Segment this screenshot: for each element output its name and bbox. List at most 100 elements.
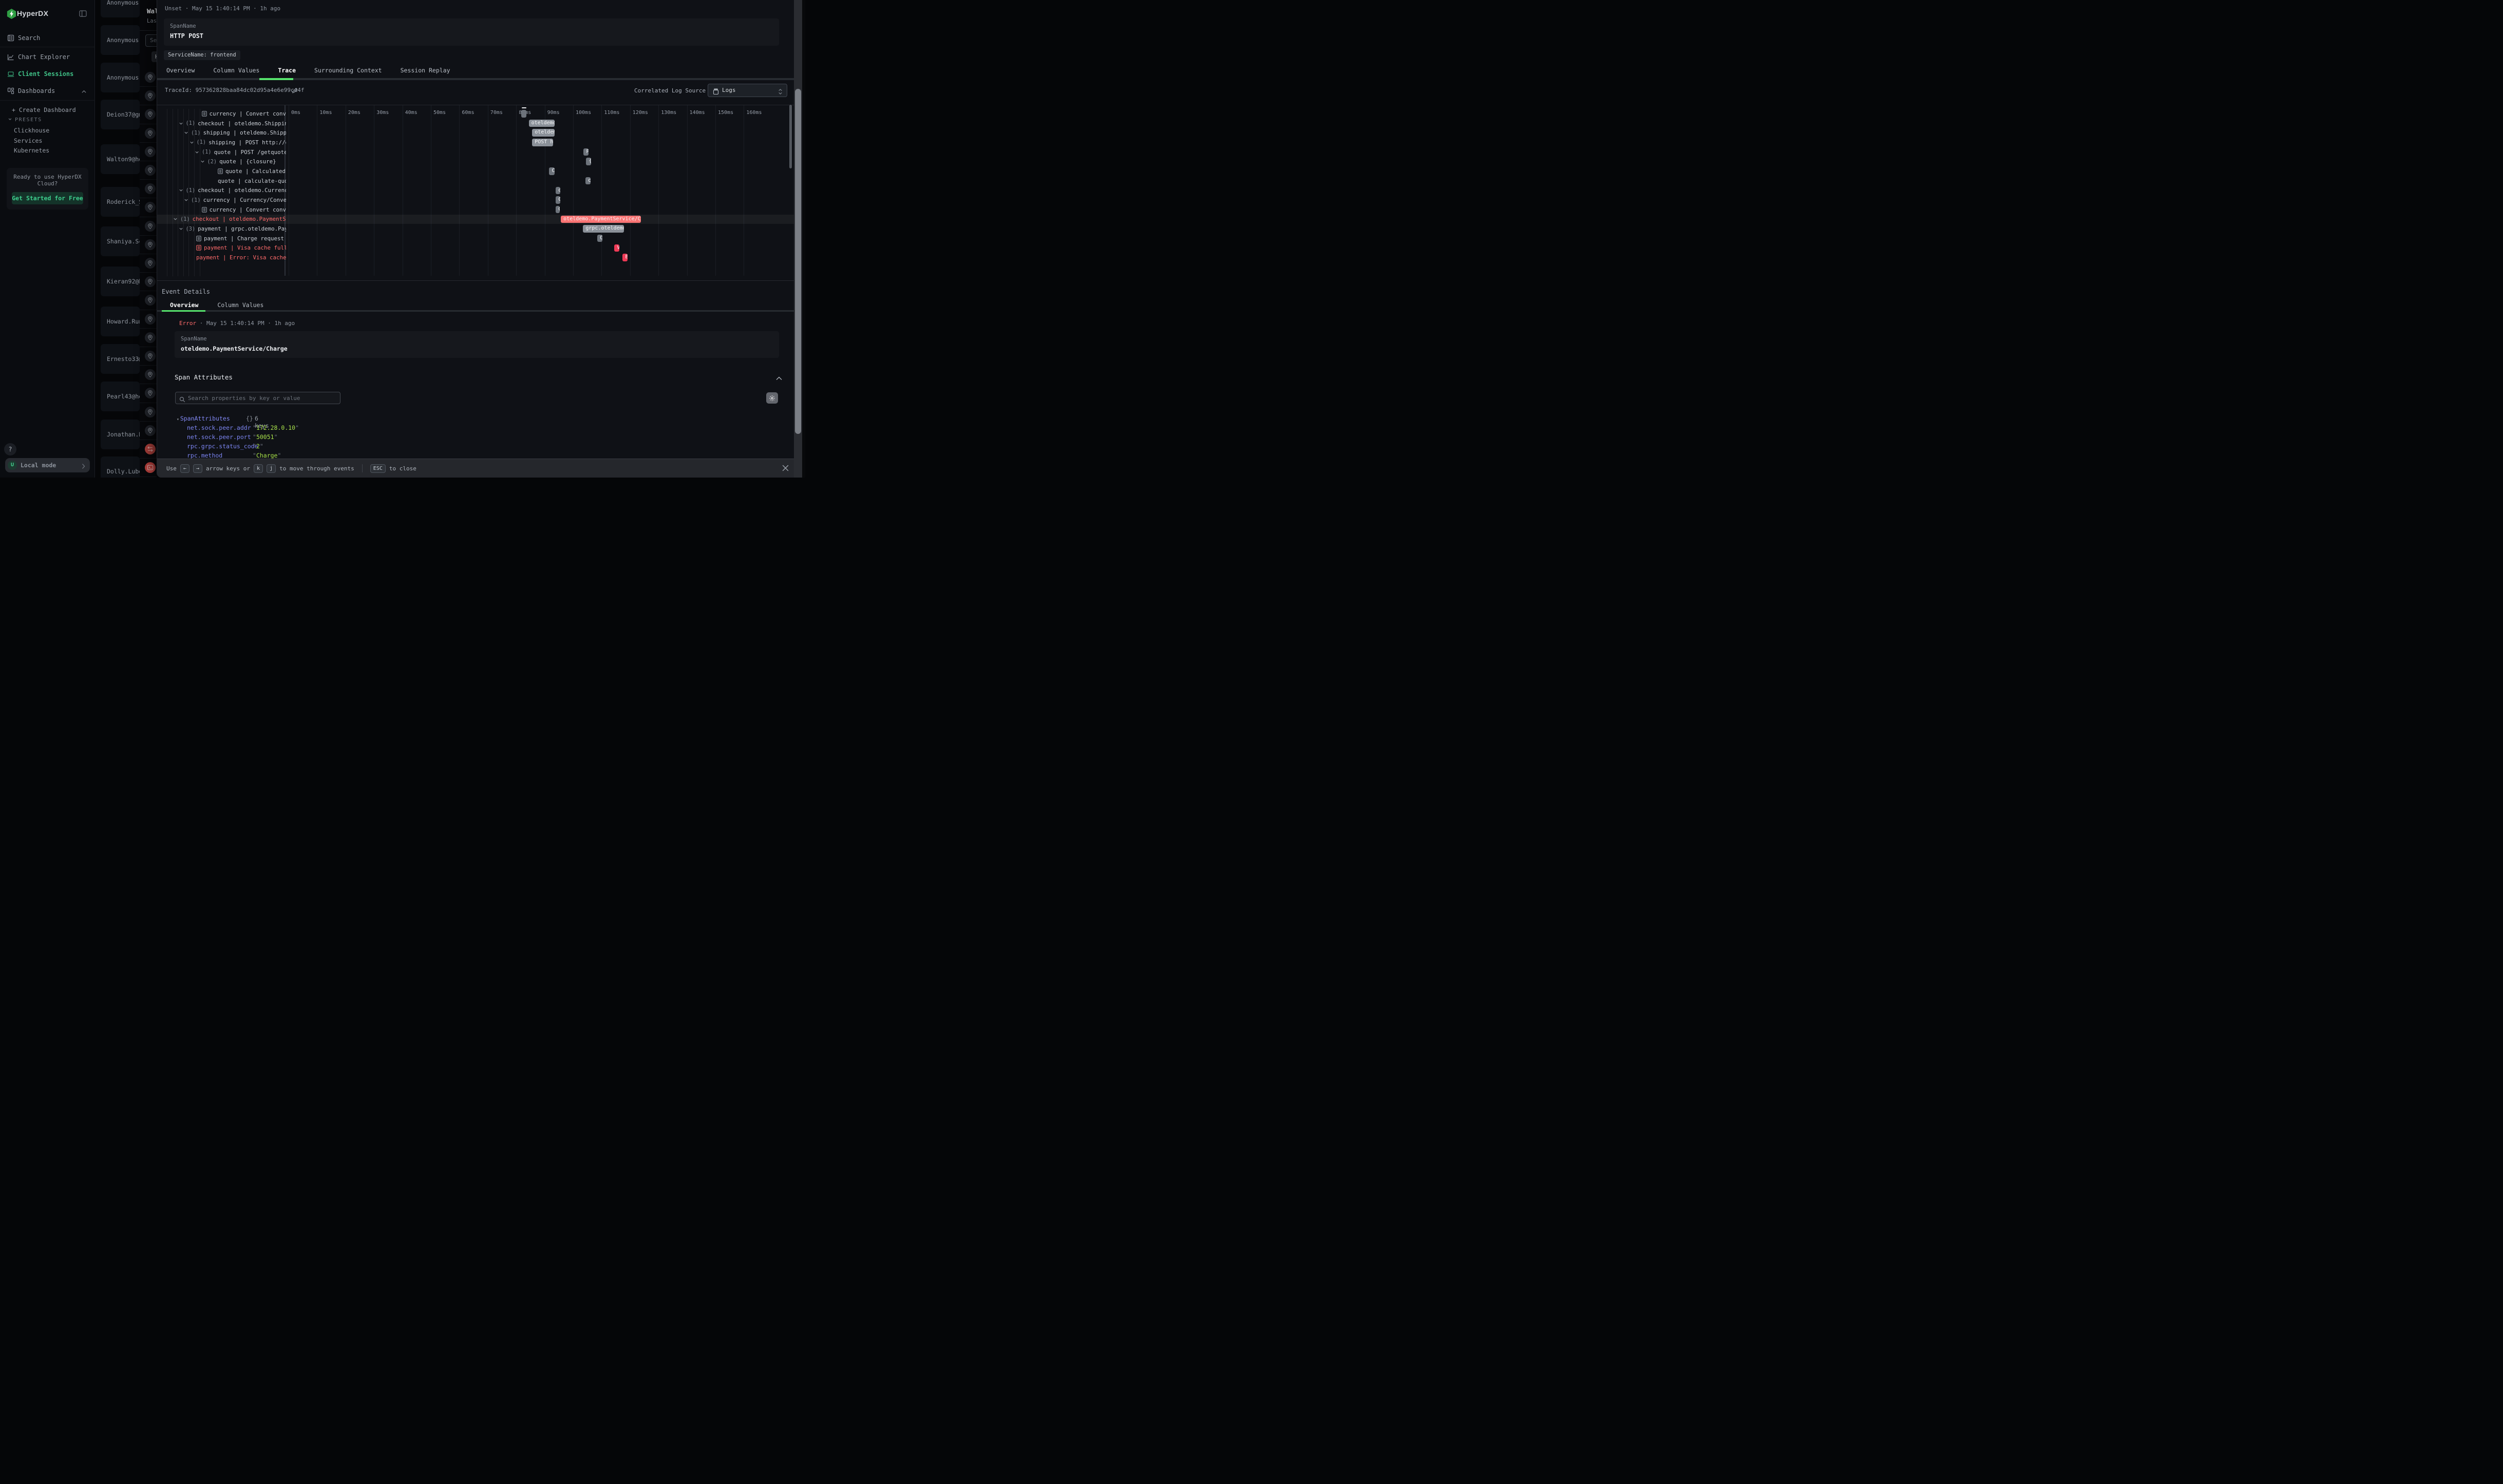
preset-kubernetes[interactable]: Kubernetes <box>14 147 49 154</box>
trace-row[interactable]: (1)shipping | POST http://quo…POST http:… <box>157 138 802 147</box>
tab-column-values[interactable]: Column Values <box>213 67 259 74</box>
tab-surrounding-context[interactable]: Surrounding Context <box>314 67 382 74</box>
trace-row[interactable]: currency | Convert convers…Convert conve… <box>157 205 802 215</box>
span-bar[interactable]: grpc.oteldemo.PaymentService <box>583 225 624 233</box>
log-source-select[interactable]: Logs <box>708 84 787 97</box>
event-list-row[interactable] <box>140 236 157 254</box>
chevron-down-icon[interactable] <box>195 150 199 155</box>
event-list-row[interactable] <box>140 124 157 143</box>
event-list-row[interactable] <box>140 329 157 347</box>
collapse-sidebar-icon[interactable] <box>79 9 87 19</box>
tab-session-replay[interactable]: Session Replay <box>401 67 450 74</box>
event-list-row[interactable] <box>140 143 157 161</box>
span-bar[interactable]: POST http://quo <box>532 139 553 146</box>
chevron-down-icon[interactable] <box>184 130 188 135</box>
chevron-down-icon[interactable] <box>173 217 178 221</box>
tab-trace[interactable]: Trace <box>278 67 296 74</box>
event-list-row[interactable] <box>140 68 157 87</box>
trace-row[interactable]: (3)payment | grpc.oteldemo.Paymen…grpc.o… <box>157 224 802 234</box>
event-list-row[interactable] <box>140 310 157 329</box>
page-scrollbar-thumb[interactable] <box>795 89 801 434</box>
trace-row[interactable]: (1)checkout | oteldemo.PaymentServi…otel… <box>157 215 802 224</box>
edit-pencil-icon[interactable] <box>292 86 298 96</box>
event-list-row[interactable] <box>140 403 157 422</box>
event-list-row[interactable] <box>140 366 157 384</box>
trace-row[interactable]: (1)shipping | oteldemo.Shipping…oteldemo… <box>157 128 802 138</box>
attribute-key[interactable]: net.sock.peer.port <box>187 433 251 441</box>
tab-overview[interactable]: Overview <box>166 67 195 74</box>
trace-row[interactable]: (1)checkout | oteldemo.CurrencySe…otelde… <box>157 186 802 196</box>
event-list-row[interactable] <box>140 440 157 459</box>
span-bar[interactable]: oteldemo.ShippingService <box>529 120 555 127</box>
highlighted-filter-button[interactable]: Highlighted <box>151 51 157 62</box>
get-started-button[interactable]: Get Started for Free <box>12 192 83 204</box>
attribute-key[interactable]: rpc.grpc.status_code <box>187 443 258 450</box>
event-list-row[interactable] <box>140 105 157 124</box>
session-card[interactable]: Roderick_S <box>101 187 140 217</box>
trace-row[interactable]: (1)quote | POST /getquotePOST /getquote <box>157 147 802 157</box>
session-card[interactable]: Deion37@gm <box>101 100 140 129</box>
preset-clickhouse[interactable]: Clickhouse <box>14 127 49 134</box>
event-list-row[interactable] <box>140 459 157 477</box>
attributes-search-input[interactable]: Search properties by key or value <box>175 392 340 404</box>
event-list-row[interactable] <box>140 422 157 440</box>
span-bar[interactable]: POST /getquote <box>583 148 588 156</box>
help-button[interactable]: ? <box>4 443 16 455</box>
span-bar[interactable] <box>521 110 526 118</box>
session-card[interactable]: Howard.Run <box>101 307 140 336</box>
chevron-down-icon[interactable] <box>184 198 188 202</box>
gear-icon[interactable] <box>766 392 778 404</box>
sidebar-item-dashboards[interactable]: Dashboards <box>0 85 95 97</box>
attribute-key[interactable]: rpc.method <box>187 452 222 459</box>
event-list-row[interactable] <box>140 217 157 236</box>
sidebar-item-client-sessions[interactable]: Client Sessions <box>0 68 95 80</box>
attribute-key[interactable]: net.sock.peer.addr <box>187 424 251 431</box>
create-dashboard-link[interactable]: + Create Dashboard <box>12 106 76 113</box>
session-card[interactable]: Kieran92@h <box>101 267 140 296</box>
trace-row[interactable]: (1)currency | Currency/ConvertCurrency/C… <box>157 195 802 205</box>
service-name-chip[interactable]: ServiceName: frontend <box>164 50 240 60</box>
preset-services[interactable]: Services <box>14 137 42 144</box>
span-bar[interactable]: Calculated quote <box>549 167 555 175</box>
trace-row[interactable]: payment | Visa cache full: c…Visa cache … <box>157 243 802 253</box>
waterfall-scrollbar-thumb[interactable] <box>789 105 792 168</box>
trace-row[interactable]: payment | Charge request rec…Charge requ… <box>157 234 802 243</box>
chevron-down-icon[interactable] <box>189 140 194 145</box>
session-card[interactable]: Shaniya.Sc <box>101 226 140 256</box>
trace-row[interactable]: (2)quote | {closure}{closure} <box>157 157 802 166</box>
trace-row[interactable]: (1)checkout | oteldemo.ShippingSe…otelde… <box>157 119 802 128</box>
session-card[interactable]: Anonymous <box>101 25 140 55</box>
event-tab-overview[interactable]: Overview <box>170 301 198 309</box>
trace-row[interactable]: quote | Calculated q…Calculated quote <box>157 166 802 176</box>
event-list-row[interactable] <box>140 291 157 310</box>
session-card[interactable]: Dolly.Lubo <box>101 456 140 478</box>
span-bar[interactable]: oteldemo.CurrencyService <box>556 187 560 195</box>
chevron-down-icon[interactable] <box>179 226 183 231</box>
event-list-row[interactable] <box>140 198 157 217</box>
span-bar[interactable]: oteldemo.PaymentService/Charge <box>561 216 641 223</box>
session-card[interactable]: Ernesto33@ <box>101 344 140 374</box>
collapse-section-icon[interactable] <box>775 373 783 383</box>
event-list-row[interactable] <box>140 384 157 403</box>
trace-row[interactable]: currency | Convert convers… <box>157 109 802 119</box>
event-list-row[interactable] <box>140 254 157 273</box>
events-search-input[interactable]: Search <box>145 34 157 47</box>
session-card[interactable]: Anonymous <box>101 63 140 92</box>
sidebar-item-search[interactable]: Search <box>0 32 95 44</box>
session-card[interactable]: Anonymous <box>101 0 140 17</box>
event-list-row[interactable] <box>140 180 157 198</box>
span-bar[interactable]: Charge request received. <box>597 235 602 242</box>
chevron-down-icon[interactable] <box>200 159 205 164</box>
span-bar[interactable]: calculate-quote <box>585 177 591 185</box>
span-bar[interactable]: oteldemo.Shipping <box>532 129 555 137</box>
local-mode-menu[interactable]: U Local mode <box>5 458 90 472</box>
chevron-down-icon[interactable] <box>179 121 183 126</box>
session-card[interactable]: Walton9@ho <box>101 144 140 174</box>
event-list-row[interactable] <box>140 273 157 291</box>
close-icon[interactable] <box>782 464 789 474</box>
span-bar[interactable]: Visa cache full <box>614 244 619 252</box>
span-bar[interactable]: Currency/Convert <box>556 196 560 204</box>
chevron-down-icon[interactable] <box>179 188 183 193</box>
presets-toggle[interactable]: PRESETS <box>8 117 42 123</box>
session-card[interactable]: Jonathan.B <box>101 420 140 449</box>
